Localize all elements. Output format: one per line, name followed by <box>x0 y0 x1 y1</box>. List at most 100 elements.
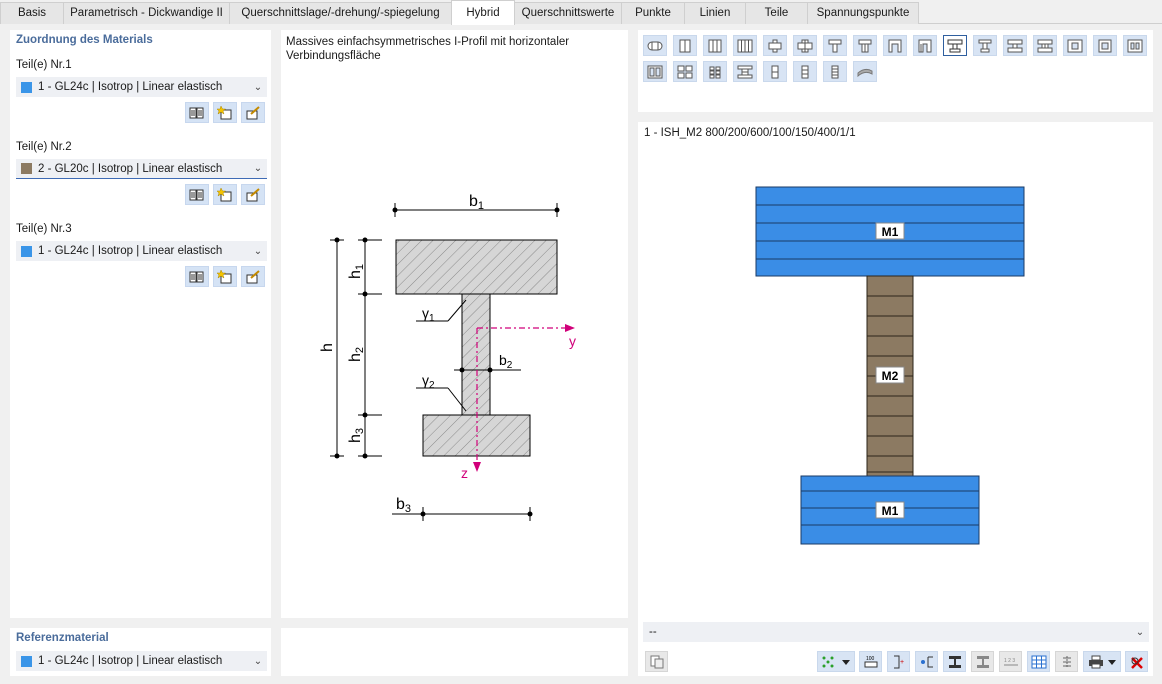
web-material-label: M2 <box>882 369 899 383</box>
chevron-down-icon: ⌄ <box>1135 626 1145 638</box>
grid-button[interactable] <box>1027 651 1050 672</box>
shape-t-button[interactable] <box>823 35 847 56</box>
shape-t-double-button[interactable] <box>853 35 877 56</box>
info-icon <box>650 655 663 668</box>
shape-i-button[interactable] <box>973 35 997 56</box>
shape-pi-double-button[interactable] <box>913 35 937 56</box>
reference-material-title: Referenzmaterial <box>16 632 109 644</box>
tab-basis[interactable]: Basis <box>0 2 64 24</box>
numbering-button[interactable]: 1 2 3 <box>999 651 1022 672</box>
points-icon <box>822 656 850 667</box>
shape-grid-small-button[interactable] <box>703 61 727 82</box>
shape-pi-button[interactable] <box>883 35 907 56</box>
new-material-icon <box>217 269 232 283</box>
b2-label: b2 <box>499 352 513 371</box>
h1-label: h1 <box>347 264 366 279</box>
shape-grid-button[interactable] <box>673 61 697 82</box>
new-material-button[interactable] <box>213 184 237 205</box>
part-3-label: Teil(e) Nr.3 <box>16 223 72 235</box>
delete-icon <box>1130 656 1143 669</box>
tab-querschnittswerte[interactable]: Querschnittswerte <box>514 2 622 24</box>
shape-rect-4-button[interactable] <box>823 61 847 82</box>
material-assignment-title: Zuordnung des Materials <box>16 34 153 46</box>
tab-teile[interactable]: Teile <box>745 2 808 24</box>
shape-4-layers-button[interactable] <box>733 35 757 56</box>
section-button[interactable] <box>943 651 966 672</box>
delete-button[interactable] <box>1125 651 1148 672</box>
stress-point-button[interactable]: + <box>887 651 910 672</box>
section-icon <box>948 655 961 668</box>
edit-material-button[interactable] <box>241 266 265 287</box>
shape-box-split-button[interactable] <box>1123 35 1147 56</box>
dimension-button[interactable]: 100 <box>859 651 882 672</box>
top-flange-shape <box>395 239 558 295</box>
dimension-icon: 100 <box>864 656 877 667</box>
tab-spannungspunkte[interactable]: Spannungspunkte <box>807 2 919 24</box>
library-icon <box>189 271 204 282</box>
result-select[interactable]: -- ⌄ <box>643 622 1149 642</box>
part-1-material-select[interactable]: 1 - GL24c | Isotrop | Linear elastisch ⌄ <box>16 77 267 97</box>
material-color-swatch <box>21 81 32 93</box>
axes-button[interactable] <box>915 651 938 672</box>
numbering-icon: 1 2 3 <box>1003 658 1018 665</box>
edit-material-button[interactable] <box>241 102 265 123</box>
svg-text:+: + <box>900 659 904 666</box>
shape-curved-button[interactable] <box>853 61 877 82</box>
reference-material-select[interactable]: 1 - GL24c | Isotrop | Linear elastisch ⌄ <box>16 651 267 671</box>
top-flange-material-label: M1 <box>882 225 899 239</box>
h-label: h <box>319 343 336 352</box>
material-library-button[interactable] <box>185 102 209 123</box>
shape-cross-double-button[interactable] <box>793 35 817 56</box>
shape-rect-2-button[interactable] <box>763 61 787 82</box>
result-select-value: -- <box>649 626 657 638</box>
shape-i-layered-button[interactable] <box>733 61 757 82</box>
shape-ellipse-button[interactable] <box>643 35 667 56</box>
z-axis-label: z <box>461 465 468 481</box>
points-dropdown-button[interactable] <box>817 651 855 672</box>
part-2-material-select[interactable]: 2 - GL20c | Isotrop | Linear elastisch ⌄ <box>16 159 267 179</box>
edit-material-icon <box>246 269 260 283</box>
section-alt-button[interactable] <box>971 651 994 672</box>
new-material-button[interactable] <box>213 102 237 123</box>
section-preview[interactable]: M1 M2 M1 <box>638 122 1153 622</box>
edit-material-button[interactable] <box>241 184 265 205</box>
preview-panel: 1 - ISH_M2 800/200/600/100/150/400/1/1 M… <box>638 122 1153 676</box>
empty-panel <box>281 628 628 676</box>
tab-parametrisch[interactable]: Parametrisch - Dickwandige II <box>63 2 230 24</box>
shape-rect-3-button[interactable] <box>793 61 817 82</box>
shape-box-button[interactable] <box>1063 35 1087 56</box>
new-material-button[interactable] <box>213 266 237 287</box>
part-3-material-value: 1 - GL24c | Isotrop | Linear elastisch <box>38 245 223 257</box>
svg-text:1 2 3: 1 2 3 <box>1004 658 1015 664</box>
chevron-down-icon: ⌄ <box>253 655 263 667</box>
material-library-button[interactable] <box>185 184 209 205</box>
shape-cross-button[interactable] <box>763 35 787 56</box>
tab-querschnittslage[interactable]: Querschnittslage/-drehung/-spiegelung <box>229 2 452 24</box>
material-library-button[interactable] <box>185 266 209 287</box>
b3-label: b3 <box>396 496 411 515</box>
edit-material-icon <box>246 105 260 119</box>
shape-2-layers-button[interactable] <box>673 35 697 56</box>
print-dropdown-button[interactable] <box>1083 651 1121 672</box>
tab-punkte[interactable]: Punkte <box>621 2 685 24</box>
h2-label: h2 <box>347 347 366 362</box>
part-3-material-select[interactable]: 1 - GL24c | Isotrop | Linear elastisch ⌄ <box>16 241 267 261</box>
new-material-icon <box>217 187 232 201</box>
tab-linien[interactable]: Linien <box>684 2 746 24</box>
shape-3-layers-button[interactable] <box>703 35 727 56</box>
edit-material-icon <box>246 187 260 201</box>
part-2-label: Teil(e) Nr.2 <box>16 141 72 153</box>
bottom-flange-material-label: M1 <box>882 504 899 518</box>
material-color-swatch <box>21 245 32 257</box>
list-button[interactable] <box>1055 651 1078 672</box>
shape-double-box-button[interactable] <box>643 61 667 82</box>
shape-i-wide-button[interactable] <box>1003 35 1027 56</box>
section-diagram: b1 h h1 h2 h3 γ1 γ2 b2 y z b3 <box>319 193 576 521</box>
tab-hybrid[interactable]: Hybrid <box>451 0 515 25</box>
shape-selector-panel <box>638 30 1153 112</box>
info-button[interactable] <box>645 651 668 672</box>
shape-i-monosym-button[interactable] <box>943 35 967 56</box>
shape-i-double-button[interactable] <box>1033 35 1057 56</box>
part-1-material-value: 1 - GL24c | Isotrop | Linear elastisch <box>38 81 223 93</box>
shape-box-double-button[interactable] <box>1093 35 1117 56</box>
